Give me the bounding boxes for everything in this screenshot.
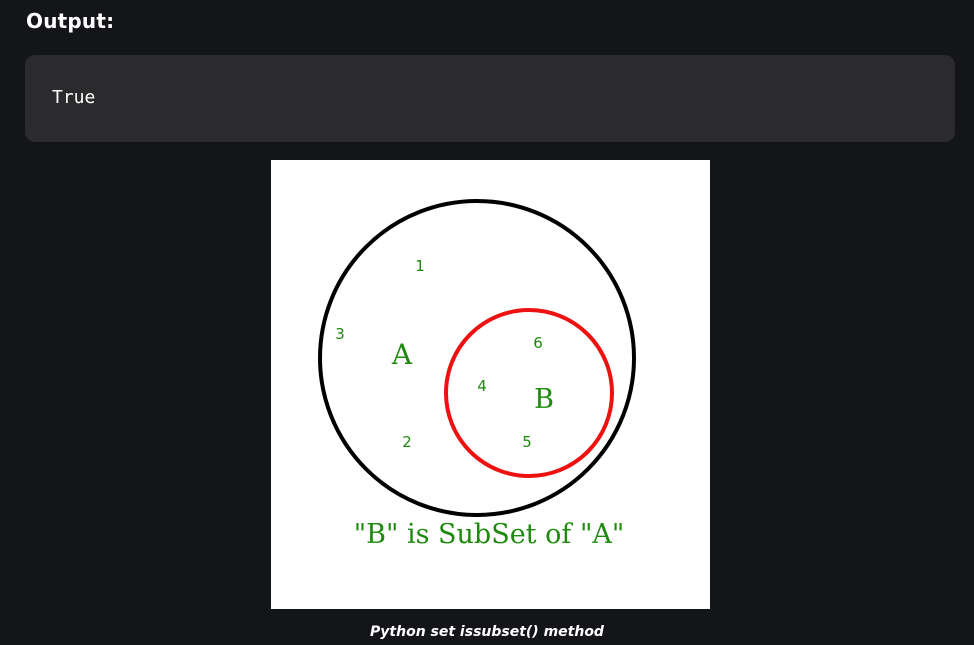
diagram-caption: "B" is SubSet of "A" <box>354 519 625 550</box>
set-b-element-5: 5 <box>522 433 532 451</box>
set-a-element-2: 2 <box>402 433 412 451</box>
output-code-block: True <box>25 55 955 142</box>
set-a-circle <box>318 199 636 517</box>
page: Output: True 1 3 2 A 6 4 5 B "B" is SubS… <box>0 0 974 645</box>
subset-diagram-image: 1 3 2 A 6 4 5 B "B" is SubSet of "A" <box>271 160 710 609</box>
set-a-element-1: 1 <box>415 257 425 275</box>
set-b-label: B <box>534 384 554 415</box>
set-a-element-3: 3 <box>335 325 345 343</box>
set-b-element-6: 6 <box>533 334 543 352</box>
set-a-label: A <box>391 338 413 371</box>
output-heading: Output: <box>26 9 115 33</box>
output-code-text: True <box>52 87 96 108</box>
set-b-element-4: 4 <box>477 377 487 395</box>
venn-diagram: 1 3 2 A 6 4 5 B "B" is SubSet of "A" <box>318 199 636 550</box>
set-b-circle <box>444 308 614 478</box>
figure-caption: Python set issubset() method <box>370 624 604 640</box>
